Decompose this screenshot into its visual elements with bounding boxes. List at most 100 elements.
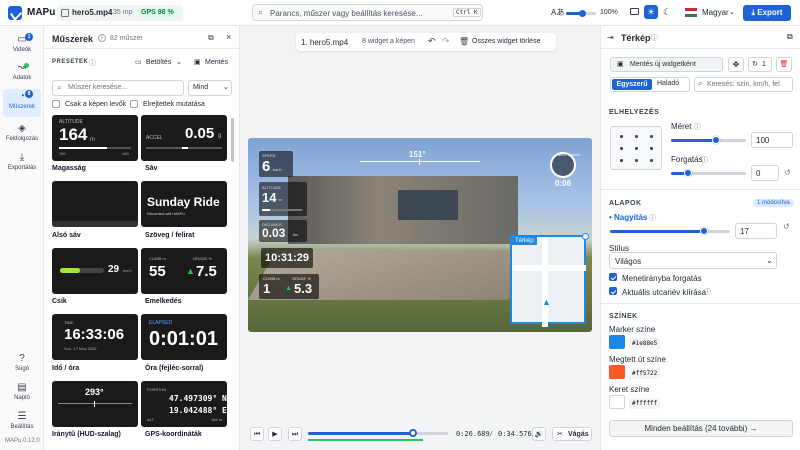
zoom-slider[interactable] (566, 10, 596, 17)
volume-icon[interactable]: 🔊 (532, 427, 546, 441)
speed-overlay[interactable]: SPEED 6 km/h (259, 151, 293, 177)
close-icon[interactable]: × (226, 32, 231, 42)
duplicate-button[interactable]: ↻ 1 (748, 57, 772, 72)
rail-item-export[interactable]: ⤓ Exportálás (3, 150, 41, 176)
widget-card-gps[interactable]: POSITION 47.497309° N 19.042488° E ALT 1… (141, 381, 227, 427)
path-color-swatch[interactable] (609, 365, 625, 379)
anchor-dot[interactable] (635, 135, 638, 138)
anchor-dot[interactable] (650, 159, 653, 162)
widget-card-text[interactable]: Sunday Ride Recorded with MAPu (141, 181, 227, 227)
path-color-value[interactable]: #ff5722 (629, 368, 661, 379)
moon-icon[interactable]: ☾ (663, 7, 671, 18)
rail-item-data[interactable]: ↝ Adatok (3, 60, 41, 86)
widget-card-strip[interactable]: 29 km/h (52, 248, 138, 294)
help-icon[interactable]: ⓘ (649, 213, 656, 223)
anchor-dot[interactable] (620, 159, 623, 162)
timeline-scrubber[interactable] (308, 429, 448, 437)
rail-item-log[interactable]: ▤ Napló (3, 380, 41, 406)
timeline-knob[interactable] (409, 429, 417, 437)
sun-icon[interactable]: ☀ (644, 5, 658, 19)
widget-card-climb[interactable]: CLIMB m 55 GRADE % ▲ 7.5 (141, 248, 227, 294)
tab-advanced[interactable]: Haladó (657, 80, 679, 87)
zoom-input[interactable]: 17 (735, 223, 777, 239)
slider-knob[interactable] (712, 136, 720, 144)
rail-item-settings[interactable]: ☰ Beállítás (3, 409, 41, 435)
slider-knob[interactable] (699, 227, 708, 235)
trash-icon[interactable]: 🗑 (776, 57, 792, 72)
reset-icon[interactable]: ↺ (784, 168, 791, 177)
anchor-dot[interactable] (635, 147, 638, 150)
frame-color-value[interactable]: #ffffff (629, 398, 661, 409)
clear-widgets-button[interactable]: Összes widget törlése (472, 38, 540, 45)
widget-search-input[interactable]: ⌕ Műszer keresése... (52, 80, 184, 96)
filter-select[interactable]: Mind ⌄ (188, 80, 232, 96)
video-preview[interactable]: SPEED 6 km/h ALTITUDE 14 m DISTANCE 0.03… (248, 138, 592, 332)
style-select[interactable]: Világos ⌄ (609, 252, 777, 269)
climb-overlay[interactable]: CLIMB m 1 GRADE % ▲ 5.3 (259, 274, 319, 299)
show-hidden-checkbox[interactable] (130, 100, 138, 108)
distance-overlay[interactable]: DISTANCE 0.03 km (259, 220, 307, 242)
undo-icon[interactable]: ↶ (428, 36, 436, 47)
widget-card-altitude[interactable]: ALTITUDE 164 m 180 180 (52, 115, 138, 161)
help-icon[interactable]: ⓘ (694, 122, 701, 132)
tab-simple[interactable]: Egyszerű (612, 79, 652, 90)
save-button[interactable]: Mentés (205, 59, 228, 66)
load-button[interactable]: Betöltés (146, 59, 171, 66)
anchor-dot[interactable] (650, 147, 653, 150)
language-select[interactable]: Magyar (702, 8, 729, 17)
popout-icon[interactable]: ⧉ (787, 32, 793, 42)
collapse-icon[interactable]: ⇥ (607, 33, 614, 42)
altitude-overlay[interactable]: ALTITUDE 14 m (259, 182, 307, 216)
info-icon[interactable]: ⓘ (651, 33, 658, 43)
popout-icon[interactable]: ⧉ (208, 33, 214, 43)
anchor-dot[interactable] (650, 135, 653, 138)
rail-item-widgets[interactable]: ◔ 8 Műszerek (3, 89, 41, 117)
anchor-dot[interactable] (620, 135, 623, 138)
help-icon[interactable]: ⓘ (89, 58, 96, 68)
marker-color-swatch[interactable] (609, 335, 625, 349)
text-size-icon[interactable]: Aあ (551, 7, 564, 18)
save-as-widget-button[interactable]: ▣ Mentés új widgetként (610, 57, 723, 72)
skip-back-icon[interactable]: ⏮ (250, 427, 264, 441)
skip-forward-icon[interactable]: ⏭ (288, 427, 302, 441)
rotate-heading-checkbox[interactable] (609, 273, 617, 281)
video-tab[interactable]: 1. hero5.mp4 (301, 38, 348, 47)
info-icon[interactable]: i (98, 34, 106, 42)
marker-color-value[interactable]: #1e88e5 (629, 338, 661, 349)
size-slider[interactable] (671, 136, 746, 144)
all-settings-button[interactable]: Minden beállítás (24 további) → (609, 420, 793, 437)
rotate-slider[interactable] (671, 169, 746, 177)
zoom-slider-knob[interactable] (579, 10, 586, 17)
street-name-checkbox[interactable] (609, 287, 617, 295)
command-search[interactable]: ⌕ Parancs, műszer vagy beállítás keresés… (252, 4, 483, 21)
play-icon[interactable]: ▶ (268, 427, 282, 441)
anchor-dot[interactable] (620, 147, 623, 150)
rotate-input[interactable]: 0 (751, 165, 779, 181)
compass-overlay[interactable]: 151° (360, 148, 480, 168)
help-icon[interactable]: ⓘ (704, 287, 711, 297)
reset-icon[interactable]: ↺ (783, 222, 790, 231)
only-visible-checkbox[interactable] (52, 100, 60, 108)
rail-item-processing[interactable]: ◈ Feldolgozás (3, 121, 41, 147)
slider-knob[interactable] (683, 169, 692, 177)
resize-handle[interactable] (582, 233, 589, 240)
rail-item-help[interactable]: ? Súgó (3, 351, 41, 377)
scrollbar[interactable] (231, 118, 234, 162)
monitor-icon[interactable] (630, 8, 639, 15)
anchor-grid[interactable] (610, 126, 662, 170)
widget-card-clock[interactable]: TIME 16:33:06 Sun, 17 May 2026 (52, 314, 138, 360)
frame-color-swatch[interactable] (609, 395, 625, 409)
widget-card-elapsed[interactable]: ELAPSED 0:01:01 (141, 314, 227, 360)
rail-item-videos[interactable]: ▭ 1 Videók (3, 32, 41, 58)
zoom-slider[interactable] (610, 227, 730, 235)
clock-overlay[interactable]: 10:31:29 (261, 248, 313, 268)
file-chip[interactable]: hero5.mp4 35 mp GPS 98 % (57, 5, 183, 21)
cut-button[interactable]: ✂ Vágás (552, 427, 592, 441)
help-icon[interactable]: ⓘ (701, 155, 708, 165)
property-search-input[interactable]: ⌕ Keresés: szín, km/h, fel (694, 77, 793, 92)
map-overlay[interactable]: ▲ Térkép (510, 233, 589, 327)
export-button[interactable]: ⤓ Export (743, 5, 791, 21)
redo-icon[interactable]: ↷ (442, 36, 450, 47)
size-input[interactable]: 100 (751, 132, 793, 148)
widget-card-compass[interactable]: 293° (52, 381, 138, 427)
